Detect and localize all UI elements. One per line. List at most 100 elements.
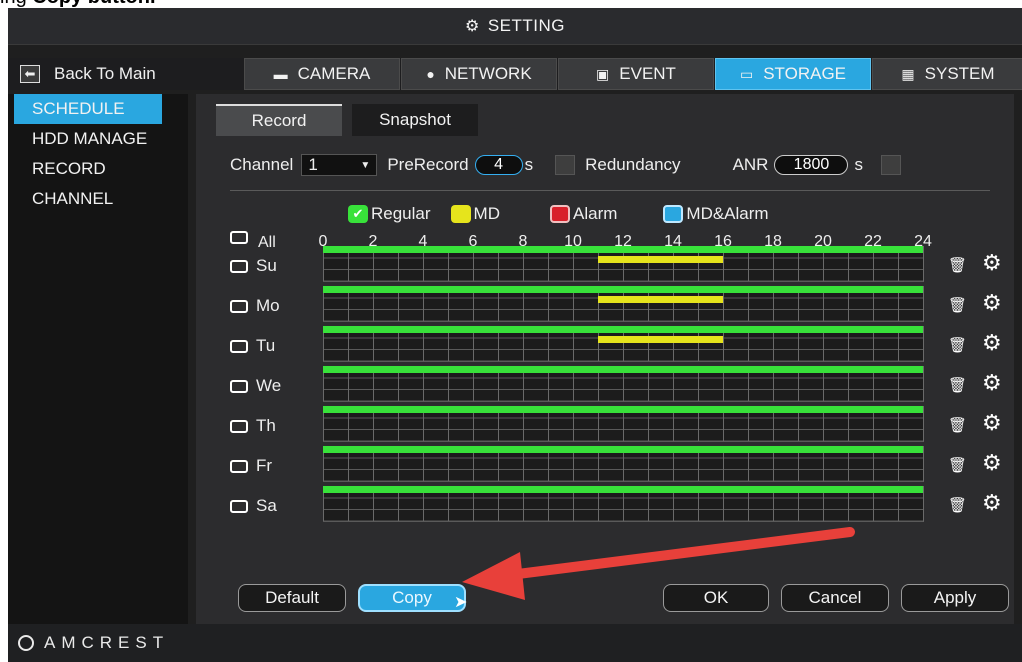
regular-record-bar <box>323 246 923 253</box>
toggle-icon <box>230 379 248 393</box>
sidebar-item-hdd-manage[interactable]: HDD MANAGE <box>8 124 188 154</box>
prerecord-input[interactable]: 4 <box>474 155 523 175</box>
redundancy-checkbox[interactable] <box>555 155 576 175</box>
prerecord-label: PreRecord <box>387 155 469 174</box>
redundancy-label: Redundancy <box>585 155 681 174</box>
timeline[interactable] <box>323 446 924 482</box>
toggle-icon <box>230 230 248 244</box>
copy-button[interactable]: Copy <box>358 584 466 612</box>
regular-record-bar <box>323 326 923 333</box>
schedule-panel: Record Snapshot Channel 1 ▼ PreRecord 4 … <box>196 94 1014 624</box>
day-label: Mo <box>256 296 280 315</box>
tab-event[interactable]: ▣ EVENT <box>558 58 714 90</box>
anr-input[interactable]: 1800 <box>774 155 849 175</box>
day-row-th: Th 🗑 ⚙ <box>230 406 1002 446</box>
channel-select[interactable]: 1 ▼ <box>301 154 378 176</box>
trash-icon[interactable]: 🗑 <box>948 496 967 514</box>
day-select[interactable]: We <box>230 376 281 396</box>
back-to-main-button[interactable]: ⬅ Back To Main <box>20 61 156 87</box>
md-swatch <box>450 205 471 223</box>
channel-label: Channel <box>230 155 294 174</box>
menu-bar: ⬅ Back To Main ▬ CAMERA ● NETWORK ▣ EVEN… <box>8 58 1022 90</box>
timeline[interactable] <box>323 486 924 522</box>
day-select[interactable]: Sa <box>230 496 277 516</box>
trash-icon[interactable]: 🗑 <box>948 416 967 434</box>
tab-snapshot[interactable]: Snapshot <box>352 104 478 136</box>
sidebar-item-record[interactable]: RECORD <box>8 154 188 184</box>
tab-label: CAMERA <box>297 64 371 83</box>
day-label: Sa <box>256 496 277 515</box>
gear-icon[interactable]: ⚙ <box>982 290 1002 316</box>
md-record-bar <box>598 296 723 303</box>
sub-tabs: Record Snapshot <box>216 104 488 136</box>
tab-camera[interactable]: ▬ CAMERA <box>244 58 400 90</box>
gear-icon[interactable]: ⚙ <box>982 370 1002 396</box>
day-select[interactable]: Mo <box>230 296 280 316</box>
day-row-sa: Sa 🗑 ⚙ <box>230 486 1002 526</box>
tab-network[interactable]: ● NETWORK <box>401 58 557 90</box>
day-select[interactable]: Fr <box>230 456 272 476</box>
regular-record-bar <box>323 406 923 413</box>
day-label: Th <box>256 416 276 435</box>
day-label: Fr <box>256 456 273 475</box>
day-label: Tu <box>256 336 276 355</box>
legend-md-alarm[interactable]: MD&Alarm <box>663 204 769 224</box>
timeline[interactable] <box>323 246 924 282</box>
dvr-window: ⚙ SETTING ⬅ Back To Main ▬ CAMERA ● NETW… <box>8 8 1022 662</box>
tab-record[interactable]: Record <box>216 104 342 136</box>
tab-label: SYSTEM <box>924 64 995 83</box>
trash-icon[interactable]: 🗑 <box>948 256 967 274</box>
legend-alarm[interactable]: Alarm <box>550 204 617 224</box>
gear-icon[interactable]: ⚙ <box>982 250 1002 276</box>
anr-checkbox[interactable] <box>880 155 901 175</box>
tab-system[interactable]: ▦ SYSTEM <box>872 58 1022 90</box>
trash-icon[interactable]: 🗑 <box>948 296 967 314</box>
back-arrow-icon: ⬅ <box>20 65 40 83</box>
gear-icon[interactable]: ⚙ <box>982 450 1002 476</box>
tab-storage[interactable]: ▭ STORAGE <box>715 58 871 90</box>
day-select[interactable]: Th <box>230 416 276 436</box>
timeline[interactable] <box>323 366 924 402</box>
day-label: Su <box>256 256 277 275</box>
cancel-button[interactable]: Cancel <box>781 584 889 612</box>
event-icon: ▣ <box>596 65 610 82</box>
tab-label: STORAGE <box>763 64 847 83</box>
gear-icon[interactable]: ⚙ <box>982 330 1002 356</box>
ok-button[interactable]: OK <box>663 584 769 612</box>
sidebar-item-schedule[interactable]: SCHEDULE <box>14 94 162 124</box>
day-select[interactable]: Tu <box>230 336 275 356</box>
globe-icon: ● <box>426 66 435 82</box>
trash-icon[interactable]: 🗑 <box>948 456 967 474</box>
title-bar: ⚙ SETTING <box>8 8 1022 45</box>
amcrest-logo-icon <box>18 635 34 651</box>
legend-md[interactable]: MD <box>450 204 500 224</box>
alarm-swatch <box>550 205 570 223</box>
regular-record-bar <box>323 286 923 293</box>
page-title: SETTING <box>487 16 565 35</box>
toggle-icon <box>230 459 248 473</box>
trash-icon[interactable]: 🗑 <box>948 376 967 394</box>
checkmark-icon: ✔ <box>348 205 368 223</box>
gear-icon[interactable]: ⚙ <box>982 490 1002 516</box>
prerecord-unit: s <box>524 155 534 174</box>
legend-regular[interactable]: ✔ Regular <box>348 204 431 224</box>
gear-icon: ⚙ <box>464 18 480 35</box>
cropped-caption: ing Copy button. <box>0 0 400 8</box>
day-row-su: Su 🗑 ⚙ <box>230 246 1002 286</box>
toggle-icon <box>230 299 248 313</box>
trash-icon[interactable]: 🗑 <box>948 336 967 354</box>
day-row-fr: Fr 🗑 ⚙ <box>230 446 1002 486</box>
hour-axis: All 0 2 4 6 8 10 12 14 16 18 20 22 24 <box>230 222 970 251</box>
brand-logo: AMCREST <box>18 633 169 653</box>
toggle-icon <box>230 499 248 513</box>
sidebar-item-channel[interactable]: CHANNEL <box>8 184 188 214</box>
timeline[interactable] <box>323 326 924 362</box>
timeline[interactable] <box>323 406 924 442</box>
day-select[interactable]: Su <box>230 256 277 276</box>
apply-button[interactable]: Apply <box>901 584 1009 612</box>
gear-icon[interactable]: ⚙ <box>982 410 1002 436</box>
md-record-bar <box>598 336 723 343</box>
toggle-icon <box>230 259 248 273</box>
timeline[interactable] <box>323 286 924 322</box>
default-button[interactable]: Default <box>238 584 346 612</box>
